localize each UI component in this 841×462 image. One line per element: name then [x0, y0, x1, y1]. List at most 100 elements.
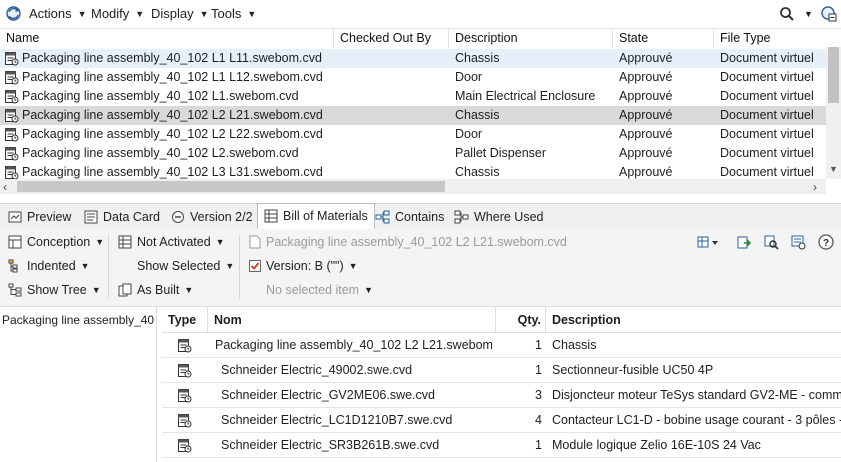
file-list-grid: Name Checked Out By Description State Fi… — [0, 28, 841, 199]
bom-cell-qty: 4 — [535, 413, 542, 427]
horizontal-scrollbar[interactable]: ‹ › — [0, 179, 826, 194]
version-dropdown[interactable]: Version: B ("") ▼ — [249, 259, 358, 273]
vertical-scroll-thumb[interactable] — [828, 47, 839, 103]
tab-bill-of-materials[interactable]: Bill of Materials — [257, 203, 375, 229]
bom-cell-nom: Schneider Electric_SR3B261B.swe.cvd — [221, 438, 440, 452]
tab-data-card[interactable]: Data Card — [84, 204, 160, 229]
table-row[interactable]: Packaging line assembly_40_102 L1.swebom… — [0, 87, 826, 106]
column-header-file-type[interactable]: File Type — [714, 29, 826, 48]
export-icon[interactable] — [737, 235, 752, 250]
column-header-name[interactable]: Name — [0, 29, 334, 48]
chevron-down-icon: ▼ — [91, 285, 101, 295]
table-row[interactable]: Packaging line assembly_40_102 L2 L22.sw… — [0, 125, 826, 144]
grid-options-icon[interactable] — [697, 236, 721, 250]
bom-cell-nom: Schneider Electric_GV2ME06.swe.cvd — [221, 388, 435, 402]
column-header-checked-out-by[interactable]: Checked Out By — [334, 29, 449, 48]
table-row[interactable]: Packaging line assembly_40_102 L1 L12.sw… — [0, 68, 826, 87]
bom-column-type[interactable]: Type — [162, 307, 208, 333]
menu-actions[interactable]: Actions ▼ — [29, 6, 87, 21]
column-header-description[interactable]: Description — [449, 29, 613, 48]
chevron-down-icon: ▼ — [135, 8, 145, 19]
virtual-document-icon — [177, 438, 192, 453]
virtual-document-icon — [177, 413, 192, 428]
help-icon[interactable]: ? — [818, 234, 834, 250]
bom-row[interactable]: Schneider Electric_49002.swe.cvd 1 Section… — [162, 358, 841, 383]
tab-strip: Preview Data Card Version 2/2 Bill of Ma… — [0, 203, 841, 230]
cell-name: Packaging line assembly_40_102 L2 L21.sw… — [22, 108, 323, 122]
bom-ribbon: Conception ▼ Indented ▼ Show Tree ▼ Not Act… — [0, 229, 841, 307]
bom-cell-nom: Schneider Electric_LC1D1210B7.swe.cvd — [221, 413, 453, 427]
tab-where-used-label: Where Used — [474, 209, 544, 224]
scroll-down-arrow-icon[interactable]: ▼ — [829, 164, 838, 174]
no-selected-item-dropdown[interactable]: No selected item ▼ — [266, 283, 373, 297]
bom-cell-description: Chassis — [552, 338, 597, 352]
cell-name: Packaging line assembly_40_102 L2 L22.sw… — [22, 127, 323, 141]
virtual-document-icon — [4, 127, 19, 142]
where-used-icon — [454, 210, 469, 223]
cell-file-type: Document virtuel — [720, 89, 814, 103]
conception-dropdown[interactable]: Conception ▼ — [8, 235, 104, 249]
bom-table-icon — [264, 209, 278, 223]
cell-description: Chassis — [455, 108, 500, 122]
table-icon — [118, 235, 132, 249]
scroll-left-arrow-icon[interactable]: ‹ — [3, 180, 7, 194]
tab-version[interactable]: Version 2/2 — [171, 204, 253, 229]
bom-cell-qty: 1 — [535, 438, 542, 452]
tab-contains[interactable]: Contains — [375, 204, 444, 229]
bom-table: Type Nom Qty. Description Packaging line… — [162, 307, 841, 462]
indented-icon — [8, 259, 18, 273]
bom-tree-panel: Packaging line assembly_40_10... — [0, 307, 157, 462]
cell-file-type: Document virtuel — [720, 127, 814, 141]
vertical-scrollbar[interactable]: ▼ — [826, 47, 841, 179]
app-refresh-icon[interactable] — [5, 5, 22, 22]
virtual-document-icon — [4, 165, 19, 180]
cell-checked-out-by — [340, 125, 445, 144]
bom-column-description[interactable]: Description — [546, 307, 841, 333]
virtual-document-icon — [4, 51, 19, 66]
contains-icon — [375, 210, 390, 223]
as-built-icon — [118, 283, 132, 297]
menu-modify-label: Modify — [91, 6, 130, 21]
chevron-down-icon: ▼ — [348, 261, 358, 271]
indented-dropdown[interactable]: Indented ▼ — [8, 259, 90, 273]
show-selected-dropdown[interactable]: Show Selected ▼ — [137, 259, 234, 273]
bom-column-nom[interactable]: Nom — [208, 307, 496, 333]
bom-cell-qty: 3 — [535, 388, 542, 402]
menu-display[interactable]: Display ▼ — [151, 6, 209, 21]
tab-where-used[interactable]: Where Used — [454, 204, 543, 229]
structure-icon — [8, 235, 22, 249]
properties-icon[interactable] — [791, 235, 806, 250]
chevron-down-icon: ▼ — [247, 8, 257, 19]
as-built-dropdown[interactable]: As Built ▼ — [118, 283, 193, 297]
cell-state: Approuvé — [619, 146, 673, 160]
table-row[interactable]: Packaging line assembly_40_102 L2.swebom… — [0, 144, 826, 163]
bom-row[interactable]: Schneider Electric_GV2ME06.swe.cvd 3 Disjo… — [162, 383, 841, 408]
chevron-down-icon[interactable]: ▼ — [804, 9, 813, 19]
menu-tools[interactable]: Tools ▼ — [211, 6, 256, 21]
scroll-right-arrow-icon[interactable]: › — [813, 180, 817, 194]
column-header-state[interactable]: State — [613, 29, 714, 48]
cell-name: Packaging line assembly_40_102 L2.swebom… — [22, 146, 299, 160]
menu-modify[interactable]: Modify ▼ — [91, 6, 144, 21]
virtual-document-icon — [4, 108, 19, 123]
search-icon[interactable] — [779, 6, 795, 22]
show-tree-dropdown[interactable]: Show Tree ▼ — [8, 283, 101, 297]
find-item-icon[interactable] — [764, 235, 779, 250]
bom-row[interactable]: Schneider Electric_SR3B261B.swe.cvd 1 Modu… — [162, 433, 841, 458]
chevron-down-icon: ▼ — [95, 237, 105, 247]
table-row[interactable]: Packaging line assembly_40_102 L1 L11.sw… — [0, 49, 826, 68]
vault-icon[interactable] — [820, 5, 837, 22]
as-built-label: As Built — [137, 283, 180, 297]
bom-cell-description: Disjoncteur moteur TeSys standard GV2-ME… — [552, 388, 841, 402]
not-activated-dropdown[interactable]: Not Activated ▼ — [118, 235, 225, 249]
bom-column-qty[interactable]: Qty. — [496, 307, 546, 333]
cell-description: Chassis — [455, 51, 500, 65]
bom-row[interactable]: Schneider Electric_LC1D1210B7.swe.cvd 4 Co… — [162, 408, 841, 433]
table-row[interactable]: Packaging line assembly_40_102 L2 L21.sw… — [0, 106, 826, 125]
cell-file-type: Document virtuel — [720, 146, 814, 160]
tree-root-node[interactable]: Packaging line assembly_40_10... — [2, 313, 154, 327]
cell-state: Approuvé — [619, 89, 673, 103]
tab-preview[interactable]: Preview — [8, 204, 71, 229]
horizontal-scroll-thumb[interactable] — [17, 181, 445, 192]
bom-row[interactable]: Packaging line assembly_40_102 L2 L21.sw… — [162, 333, 841, 358]
